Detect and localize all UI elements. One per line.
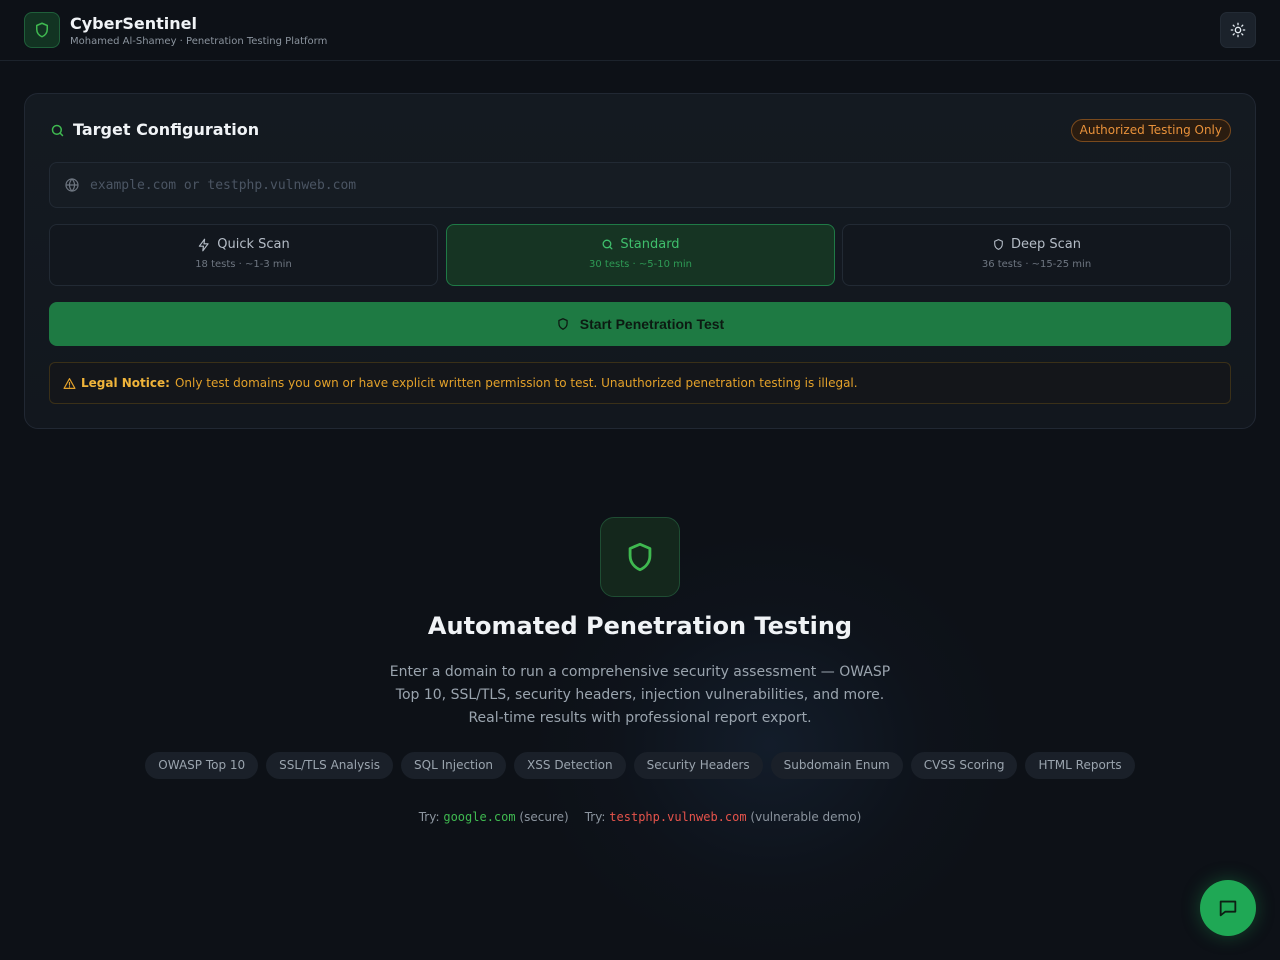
target-input-wrapper bbox=[49, 162, 1231, 208]
start-test-button[interactable]: Start Penetration Test bbox=[49, 302, 1231, 346]
scan-mode-meta: 18 tests · ~1-3 min bbox=[195, 259, 292, 270]
try-note: (secure) bbox=[519, 810, 569, 824]
target-domain-input[interactable] bbox=[90, 163, 1220, 207]
try-note: (vulnerable demo) bbox=[750, 810, 862, 824]
scan-mode-label: Deep Scan bbox=[1011, 237, 1081, 252]
hero-description: Enter a domain to run a comprehensive se… bbox=[389, 664, 891, 726]
feature-chip: HTML Reports bbox=[1025, 752, 1135, 779]
try-examples: Try: google.com (secure) Try: testphp.vu… bbox=[0, 810, 1280, 824]
authorized-badge: Authorized Testing Only bbox=[1070, 119, 1231, 142]
lightning-icon bbox=[199, 238, 209, 251]
globe-icon bbox=[65, 178, 79, 192]
scan-mode-label: Standard bbox=[620, 237, 680, 252]
try-example-vulnerable: Try: testphp.vulnweb.com (vulnerable dem… bbox=[585, 810, 862, 824]
feature-chip: Security Headers bbox=[633, 752, 763, 779]
scan-mode-meta: 36 tests · ~15-25 min bbox=[981, 259, 1092, 270]
feature-chips: OWASP Top 10 SSL/TLS Analysis SQL Inject… bbox=[0, 752, 1280, 779]
chat-bubble-icon bbox=[1219, 900, 1237, 917]
scan-mode-label: Quick Scan bbox=[217, 237, 290, 252]
try-example-secure: Try: google.com (secure) bbox=[419, 810, 569, 824]
app-title: CyberSentinel bbox=[70, 14, 197, 33]
chat-button[interactable] bbox=[1200, 880, 1256, 936]
feature-chip: CVSS Scoring bbox=[910, 752, 1018, 779]
try-prefix: Try: bbox=[584, 810, 606, 824]
try-domain-link[interactable]: google.com bbox=[443, 810, 515, 824]
search-icon bbox=[51, 124, 64, 137]
feature-chip: Subdomain Enum bbox=[770, 752, 903, 779]
try-domain-link[interactable]: testphp.vulnweb.com bbox=[609, 810, 746, 824]
legal-notice-text: Only test domains you own or have explic… bbox=[174, 376, 858, 390]
try-prefix: Try: bbox=[418, 810, 440, 824]
scan-mode-meta: 30 tests · ~5-10 min bbox=[589, 259, 692, 270]
legal-notice: Legal Notice: Only test domains you own … bbox=[49, 362, 1231, 404]
scan-mode-deep[interactable]: Deep Scan 36 tests · ~15-25 min bbox=[842, 224, 1231, 286]
hero-title: Automated Penetration Testing bbox=[427, 612, 853, 640]
theme-toggle-button[interactable] bbox=[1220, 12, 1256, 48]
shield-icon bbox=[994, 239, 1003, 250]
feature-chip: SQL Injection bbox=[401, 752, 507, 779]
legal-notice-label: Legal Notice: bbox=[81, 376, 170, 390]
feature-chip: SSL/TLS Analysis bbox=[266, 752, 394, 779]
hero-shield bbox=[600, 517, 680, 597]
search-icon bbox=[602, 239, 613, 250]
shield-icon bbox=[628, 542, 652, 572]
app-logo[interactable] bbox=[24, 12, 60, 48]
scan-mode-quick[interactable]: Quick Scan 18 tests · ~1-3 min bbox=[49, 224, 438, 286]
app-subtitle: Mohamed Al-Shamey · Penetration Testing … bbox=[70, 36, 328, 47]
scan-mode-standard[interactable]: Standard 30 tests · ~5-10 min bbox=[446, 224, 835, 286]
shield-icon bbox=[558, 318, 568, 330]
card-title: Target Configuration bbox=[73, 120, 260, 139]
start-test-label: Start Penetration Test bbox=[579, 316, 725, 332]
shield-icon bbox=[36, 22, 48, 38]
background-glow bbox=[530, 530, 1010, 960]
feature-chip: XSS Detection bbox=[514, 752, 626, 779]
warning-icon bbox=[63, 377, 76, 389]
app-header: CyberSentinel Mohamed Al-Shamey · Penetr… bbox=[0, 0, 1280, 61]
sun-icon bbox=[1230, 22, 1246, 38]
target-config-card: Target Configuration Authorized Testing … bbox=[24, 93, 1256, 429]
feature-chip: OWASP Top 10 bbox=[145, 752, 259, 779]
